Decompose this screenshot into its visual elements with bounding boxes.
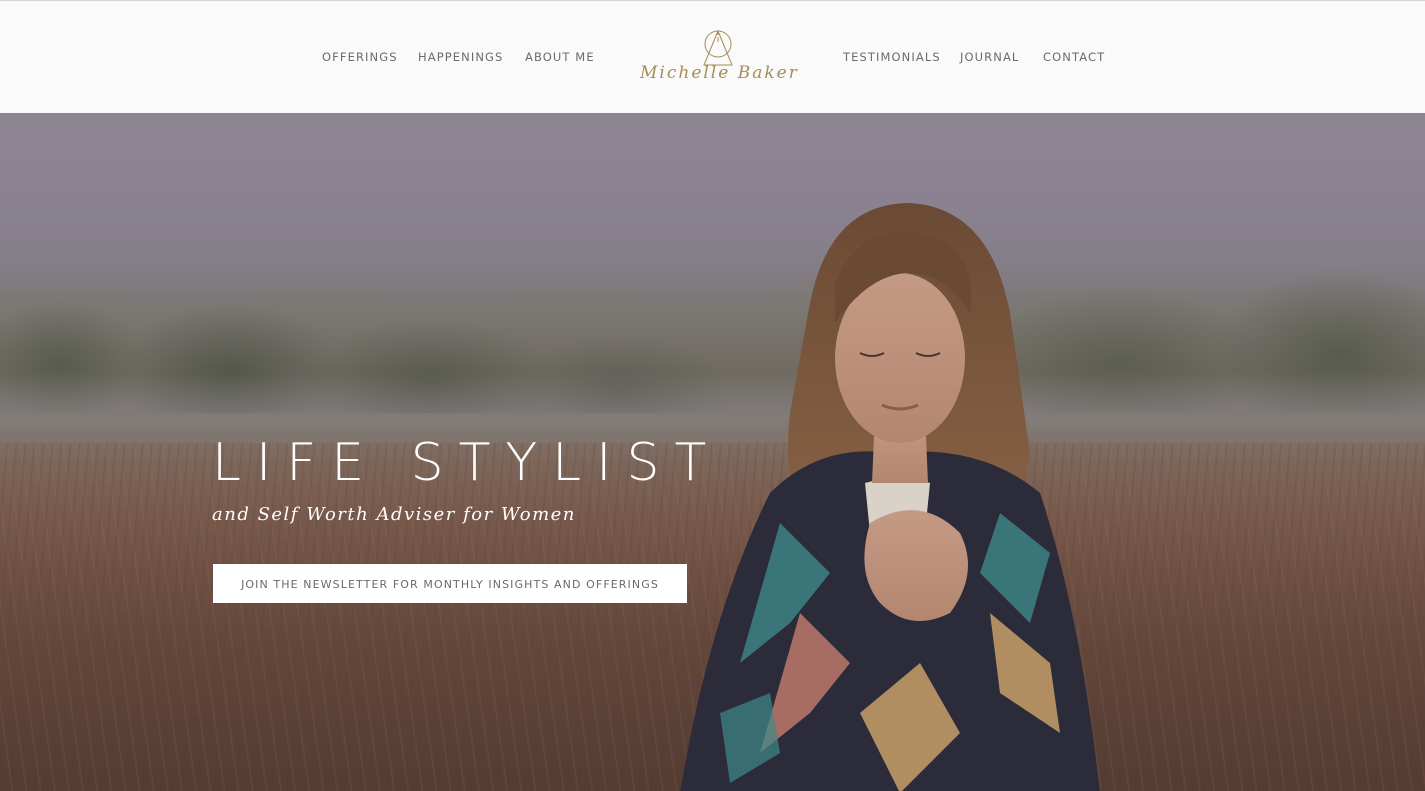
- nav-link-journal[interactable]: JOURNAL: [960, 50, 1019, 64]
- nav-link-happenings[interactable]: HAPPENINGS: [418, 50, 503, 64]
- newsletter-signup-button[interactable]: JOIN THE NEWSLETTER FOR MONTHLY INSIGHTS…: [213, 564, 687, 603]
- site-logo[interactable]: Michelle Baker: [640, 27, 799, 93]
- hero-subheading: and Self Worth Adviser for Women: [212, 504, 576, 525]
- nav-link-about-me[interactable]: ABOUT ME: [525, 50, 595, 64]
- hero-section: LIFE STYLIST and Self Worth Adviser for …: [0, 113, 1425, 791]
- hero-heading: LIFE STYLIST: [212, 433, 722, 493]
- triangle-circle-mark-icon: [703, 29, 733, 66]
- site-header: OFFERINGS HAPPENINGS ABOUT ME Michelle B…: [0, 0, 1425, 113]
- nav-link-offerings[interactable]: OFFERINGS: [322, 50, 398, 64]
- nav-link-testimonials[interactable]: TESTIMONIALS: [843, 50, 941, 64]
- page: OFFERINGS HAPPENINGS ABOUT ME Michelle B…: [0, 0, 1425, 791]
- logo-text: Michelle Baker: [640, 63, 799, 83]
- woman-in-field-photo: [680, 203, 1100, 791]
- nav-link-contact[interactable]: CONTACT: [1043, 50, 1105, 64]
